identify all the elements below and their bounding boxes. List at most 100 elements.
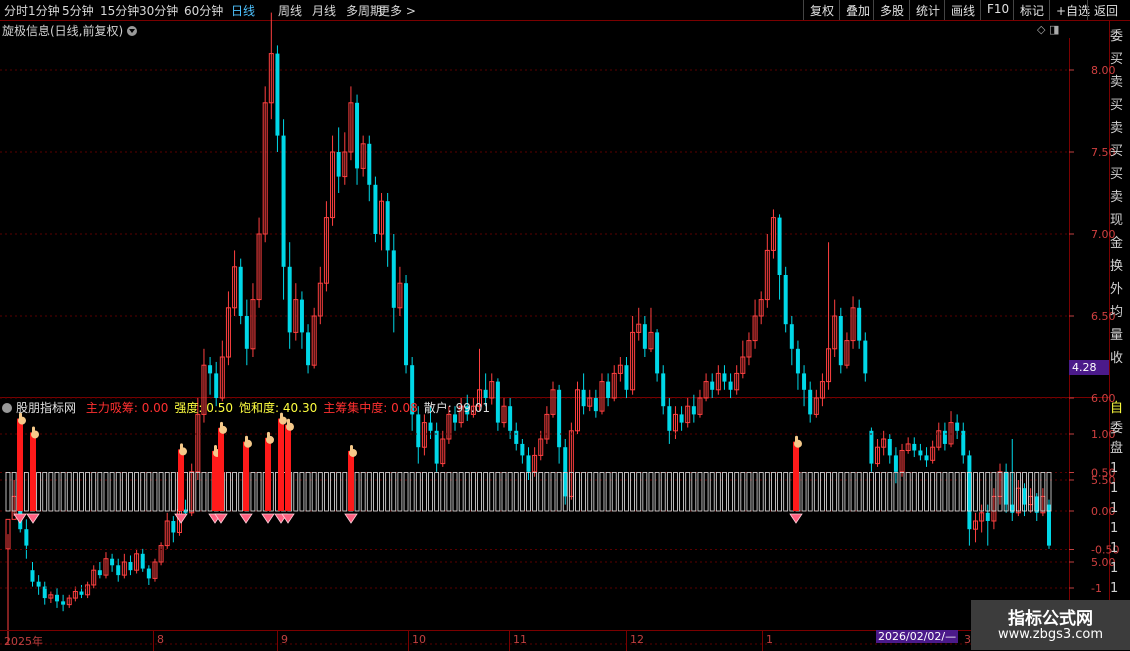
strength-bar — [617, 472, 623, 512]
strength-bar — [869, 472, 874, 512]
kline-chart[interactable]: 8.007.507.006.506.005.505.004.501.000.50… — [0, 0, 1130, 650]
strength-bar — [513, 472, 519, 512]
strength-bar — [60, 472, 66, 512]
indicator-title: 股朋指标网 主力吸筹: 0.00 强度: 0.50 饱和度: 40.30 主筹集中度:… — [2, 399, 496, 416]
candle-body — [520, 443, 525, 456]
strength-bar — [752, 472, 758, 512]
strength-bar — [764, 472, 770, 512]
strength-bar — [758, 472, 764, 512]
chevron-down-icon[interactable] — [2, 403, 12, 413]
candle-body — [679, 414, 684, 423]
candle-body — [606, 381, 611, 398]
time-label: 9 — [281, 633, 288, 646]
gem-icon — [174, 513, 188, 524]
strength-bar — [746, 472, 752, 512]
strength-bar — [354, 472, 360, 512]
strength-bar — [924, 472, 929, 512]
side-label: 1 — [1110, 521, 1119, 536]
strength-bar — [624, 472, 629, 512]
time-tick — [509, 631, 510, 651]
candle-body — [728, 381, 733, 390]
strength-bar — [464, 472, 470, 512]
gem-icon — [344, 513, 358, 524]
signal-bar — [285, 424, 291, 511]
gem-icon — [239, 513, 253, 524]
candle-body — [985, 512, 990, 521]
candle-body — [128, 562, 133, 571]
strength-bar — [134, 472, 139, 512]
candle-body — [667, 406, 672, 431]
strength-bar — [140, 472, 146, 512]
candle-body — [36, 581, 41, 587]
strength-bar — [777, 472, 782, 512]
strength-bar — [507, 472, 513, 512]
strength-bar — [434, 472, 440, 512]
side-label: 1 — [1110, 581, 1119, 596]
side-label: 委 — [1110, 29, 1124, 44]
signal-bar — [348, 450, 354, 511]
candle-body — [306, 332, 311, 366]
strength-bar — [856, 472, 862, 512]
candle-body — [275, 53, 280, 136]
indicator-name: 股朋指标网 — [16, 401, 77, 415]
candle-body — [661, 373, 666, 407]
strength-bar — [636, 472, 642, 512]
side-label: 买 — [1110, 98, 1124, 113]
candle-body — [97, 570, 102, 576]
candle-body — [116, 565, 121, 576]
strength-bar — [54, 472, 60, 512]
candle-body — [777, 217, 782, 275]
hand-pointer-icon — [267, 431, 270, 439]
candle-body — [887, 439, 892, 456]
strength-bar — [360, 472, 366, 512]
candle-body — [526, 455, 531, 472]
strength-bar — [109, 472, 115, 512]
strength-bar — [415, 472, 421, 512]
candle-body — [514, 430, 519, 444]
strength-bar — [385, 472, 391, 512]
gem-icon — [26, 513, 40, 524]
signal-bar — [30, 432, 36, 511]
candle-body — [795, 348, 800, 374]
strength-bar — [440, 472, 446, 512]
strength-bar — [42, 472, 48, 512]
strength-bar — [23, 472, 29, 512]
strength-bar — [862, 472, 868, 512]
candle-body — [838, 316, 843, 366]
candle-body — [54, 594, 59, 602]
candle-body — [557, 389, 562, 448]
strength-bar — [722, 472, 727, 512]
strength-bar — [630, 472, 635, 512]
strength-bar — [36, 472, 42, 512]
strength-bar — [599, 472, 605, 512]
side-label: 盘 — [1110, 441, 1124, 456]
strength-bar — [538, 472, 544, 512]
candle-body — [802, 373, 807, 390]
strength-bar — [501, 472, 507, 512]
strength-bar — [801, 472, 807, 512]
strength-bar — [250, 472, 256, 512]
strength-bar — [844, 472, 850, 512]
candle-body — [428, 422, 433, 431]
hand-pointer-icon — [350, 444, 353, 452]
hand-pointer-icon — [32, 426, 35, 434]
strength-bar — [911, 472, 917, 512]
side-label: 1 — [1110, 541, 1119, 556]
strength-bar — [905, 472, 911, 512]
strength-bar — [519, 472, 525, 512]
candle-body — [893, 455, 898, 472]
candle-body — [624, 365, 629, 390]
strength-bar — [379, 472, 384, 512]
time-tick — [762, 631, 763, 651]
candle-body — [508, 406, 513, 431]
strength-bar — [115, 472, 121, 512]
strength-bar — [238, 472, 244, 512]
strength-bar — [97, 472, 103, 512]
strength-bar — [740, 472, 746, 512]
candle-body — [495, 381, 500, 423]
strength-bar — [489, 472, 495, 512]
signal-bar — [278, 418, 284, 511]
side-label: 自 — [1110, 401, 1124, 416]
time-label: 8 — [157, 633, 164, 646]
strength-bar — [495, 472, 501, 512]
